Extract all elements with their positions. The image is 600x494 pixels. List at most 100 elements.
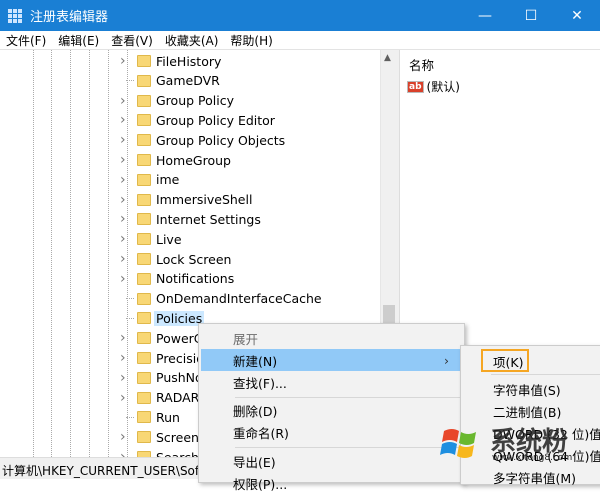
maximize-button[interactable]: ☐ — [508, 0, 554, 31]
scroll-thumb[interactable] — [383, 305, 395, 325]
title-bar: 注册表编辑器 — ☐ ✕ — [0, 0, 600, 31]
tree-item-label: Group Policy Editor — [156, 112, 275, 128]
expand-chevron-icon[interactable]: › — [120, 231, 130, 247]
folder-icon — [137, 55, 151, 67]
tree-item[interactable]: › Notifications — [0, 269, 380, 289]
tree-item[interactable]: › Group Policy Editor — [0, 110, 380, 130]
tree-item-label: OnDemandInterfaceCache — [156, 291, 322, 307]
regedit-app-icon — [8, 8, 22, 23]
close-button[interactable]: ✕ — [554, 0, 600, 31]
folder-icon — [137, 332, 151, 345]
tree-item[interactable]: › Live — [0, 229, 380, 249]
tree-item-label: ime — [156, 172, 180, 188]
tree-item-label: Search — [156, 449, 199, 458]
expand-chevron-icon[interactable]: › — [120, 93, 130, 109]
expand-chevron-icon[interactable]: › — [120, 390, 130, 406]
expand-chevron-icon[interactable]: › — [120, 429, 130, 445]
folder-icon — [137, 352, 151, 364]
expand-chevron-icon[interactable]: › — [120, 53, 130, 69]
value-name: (默认) — [426, 80, 460, 94]
tree-item-label: GameDVR — [156, 73, 220, 89]
tree-item-label: Run — [156, 409, 180, 425]
window-title: 注册表编辑器 — [30, 10, 109, 25]
expand-chevron-icon[interactable]: › — [120, 192, 130, 208]
tree-item[interactable]: OnDemandInterfaceCache — [0, 289, 380, 309]
windows-logo-icon — [440, 429, 476, 458]
menu-item-export[interactable]: 导出(E) — [201, 450, 463, 472]
tree-connector — [126, 298, 134, 300]
folder-icon — [137, 272, 151, 285]
menu-edit[interactable]: 编辑(E) — [52, 32, 105, 49]
folder-icon — [137, 193, 151, 206]
minimize-button[interactable]: — — [462, 0, 508, 31]
menu-item-new-label: 新建(N) — [233, 353, 278, 369]
tree-connector — [126, 80, 134, 82]
tree-item-label: Precisio — [156, 350, 204, 366]
tree-item-label: Group Policy Objects — [156, 132, 286, 148]
expand-chevron-icon[interactable]: › — [120, 330, 130, 346]
tree-item[interactable]: › Lock Screen — [0, 249, 380, 269]
menu-item-rename[interactable]: 重命名(R) — [201, 421, 463, 443]
folder-icon — [137, 431, 151, 444]
folder-icon — [137, 312, 151, 325]
tree-item[interactable]: › ImmersiveShell — [0, 190, 380, 210]
tree-connector — [126, 416, 134, 418]
menu-file[interactable]: 文件(F) — [0, 32, 52, 49]
tree-item[interactable]: GameDVR — [0, 71, 380, 91]
tree-item-label: PowerC — [156, 330, 203, 346]
scroll-up-arrow-icon[interactable]: ▲ — [384, 53, 391, 63]
expand-chevron-icon[interactable]: › — [120, 112, 130, 128]
menu-separator — [491, 374, 600, 375]
expand-chevron-icon[interactable]: › — [120, 449, 130, 457]
tree-item[interactable]: › FileHistory — [0, 51, 380, 71]
folder-icon — [137, 74, 151, 87]
menu-view[interactable]: 查看(V) — [105, 32, 159, 49]
menu-item-find[interactable]: 查找(F)... — [201, 371, 463, 393]
value-row-default[interactable]: ab (默认) — [407, 78, 460, 95]
menu-item-expand[interactable]: 展开 — [201, 327, 463, 349]
folder-icon — [137, 94, 151, 107]
folder-icon — [137, 292, 151, 305]
folder-icon — [137, 114, 151, 127]
folder-icon — [137, 391, 151, 404]
tree-connector — [126, 317, 134, 319]
context-menu: 展开 新建(N) › 查找(F)... 删除(D) 重命名(R) 导出(E) 权限… — [198, 323, 465, 492]
menu-bar: 文件(F) 编辑(E) 查看(V) 收藏夹(A) 帮助(H) — [0, 31, 600, 50]
menu-item-delete[interactable]: 删除(D) — [201, 399, 463, 421]
expand-chevron-icon[interactable]: › — [120, 251, 130, 267]
expand-chevron-icon[interactable]: › — [120, 132, 130, 148]
submenu-item-string[interactable]: 字符串值(S) — [493, 380, 561, 399]
tree-item[interactable]: › Group Policy — [0, 91, 380, 111]
submenu-item-key[interactable]: 项(K) — [493, 352, 523, 371]
menu-item-permissions[interactable]: 权限(P)... — [201, 472, 463, 494]
tree-item-label: RADAR — [156, 390, 200, 406]
menu-help[interactable]: 帮助(H) — [224, 32, 278, 49]
submenu-item-binary[interactable]: 二进制值(B) — [493, 402, 561, 421]
tree-item[interactable]: › HomeGroup — [0, 150, 380, 170]
tree-item-label: PushNo — [156, 370, 203, 386]
watermark: 系统粉 www.xitong8.com — [440, 425, 600, 479]
tree-item-label: Internet Settings — [156, 211, 261, 227]
tree-item[interactable]: › ime — [0, 170, 380, 190]
column-header-name[interactable]: 名称 — [409, 55, 434, 74]
tree-item[interactable]: › Group Policy Objects — [0, 130, 380, 150]
expand-chevron-icon[interactable]: › — [120, 172, 130, 188]
folder-icon — [137, 371, 151, 384]
folder-icon — [137, 173, 151, 186]
tree-item-label: ImmersiveShell — [156, 192, 253, 208]
expand-chevron-icon[interactable]: › — [120, 271, 130, 287]
tree-item-label: Live — [156, 231, 182, 247]
string-value-icon: ab — [407, 80, 424, 93]
tree-item-label: Notifications — [156, 271, 235, 287]
submenu-arrow-icon: › — [444, 352, 449, 368]
expand-chevron-icon[interactable]: › — [120, 211, 130, 227]
expand-chevron-icon[interactable]: › — [120, 370, 130, 386]
expand-chevron-icon[interactable]: › — [120, 350, 130, 366]
folder-icon — [137, 134, 151, 147]
menu-item-new[interactable]: 新建(N) › — [201, 349, 463, 371]
folder-icon — [137, 213, 151, 226]
watermark-url: www.xitong8.com — [492, 453, 573, 463]
expand-chevron-icon[interactable]: › — [120, 152, 130, 168]
menu-favorites[interactable]: 收藏夹(A) — [159, 32, 225, 49]
tree-item[interactable]: › Internet Settings — [0, 209, 380, 229]
